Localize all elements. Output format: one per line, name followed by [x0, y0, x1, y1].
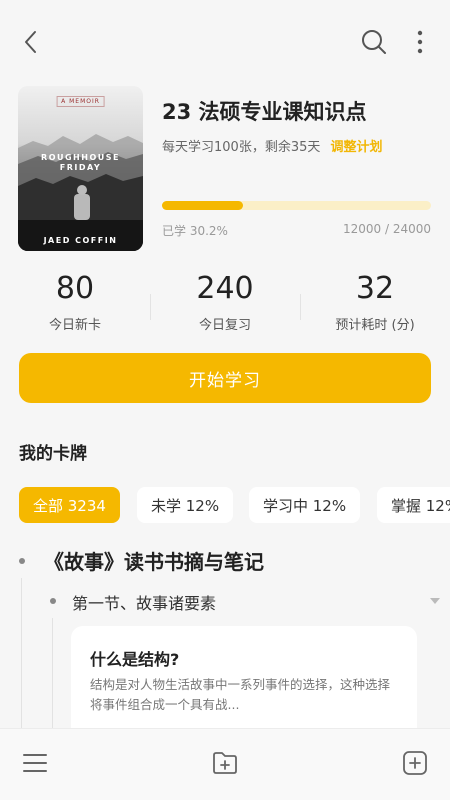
progress-bar: [162, 201, 431, 210]
outline-subheading[interactable]: 第一节、故事诸要素: [72, 590, 216, 614]
add-square-icon[interactable]: [399, 747, 431, 779]
progress-percent: 已学 30.2%: [162, 224, 228, 238]
cover-title-line: FRIDAY: [59, 163, 102, 172]
chevron-left-icon[interactable]: [14, 26, 46, 58]
study-plan-row: 每天学习100张，剩余35天 调整计划: [162, 136, 383, 155]
book-cover[interactable]: A MEMOIR ROUGHHOUSE FRIDAY JAED COFFIN: [18, 86, 143, 251]
outline-bullet: [19, 558, 25, 564]
stat-label: 预计耗时 (分): [335, 318, 415, 333]
filter-chip-learning[interactable]: 学习中 12%: [249, 487, 361, 523]
stat-value: 240: [196, 271, 254, 306]
card-body: 结构是对人物生活故事中一系列事件的选择，这种选择将事件组合成一个具有战...: [90, 677, 391, 712]
cover-badge: A MEMOIR: [56, 96, 105, 107]
stat-new-cards: 80 今日新卡: [0, 270, 150, 333]
my-cards-title: 我的卡牌: [19, 444, 87, 464]
outline-guide-line: [52, 618, 53, 738]
top-bar: [0, 0, 450, 84]
cover-title: ROUGHHOUSE FRIDAY: [18, 153, 143, 173]
card-title: 什么是结构?: [90, 650, 180, 669]
stat-label: 今日复习: [198, 318, 251, 333]
filter-chip-mastered[interactable]: 掌握 12%: [377, 487, 450, 523]
daily-stats: 80 今日新卡 240 今日复习 32 预计耗时 (分): [0, 270, 450, 334]
cover-title-line: ROUGHHOUSE: [41, 153, 120, 162]
outline-bullet: [50, 598, 56, 604]
bottom-bar: [0, 728, 450, 800]
progress-bar-fill: [162, 201, 244, 210]
menu-icon[interactable]: [19, 747, 51, 779]
cover-author: JAED COFFIN: [43, 236, 118, 245]
start-learning-button[interactable]: 开始学习: [19, 353, 431, 403]
book-title: 23 法硕专业课知识点: [162, 100, 367, 124]
progress-count: 12000 / 24000: [342, 222, 431, 236]
stat-review-cards: 240 今日复习: [150, 270, 300, 333]
card-filter-chips: 全部 3234 未学 12% 学习中 12% 掌握 12%: [0, 487, 450, 523]
stat-label: 今日新卡: [48, 318, 101, 333]
outline-guide-line: [21, 578, 22, 738]
search-icon[interactable]: [356, 24, 392, 60]
adjust-plan-link[interactable]: 调整计划: [331, 140, 383, 155]
more-vertical-icon[interactable]: [406, 24, 434, 60]
folder-add-icon[interactable]: [209, 747, 241, 779]
stat-estimated-time: 32 预计耗时 (分): [300, 270, 450, 333]
stat-value: 80: [55, 271, 95, 306]
filter-chip-all[interactable]: 全部 3234: [19, 487, 120, 523]
stat-value: 32: [355, 271, 395, 306]
filter-chip-unlearned[interactable]: 未学 12%: [137, 487, 234, 523]
outline-heading[interactable]: 《故事》读书书摘与笔记: [44, 546, 264, 575]
study-plan-text: 每天学习100张，剩余35天: [162, 140, 321, 155]
collapse-caret-icon[interactable]: [430, 598, 440, 604]
